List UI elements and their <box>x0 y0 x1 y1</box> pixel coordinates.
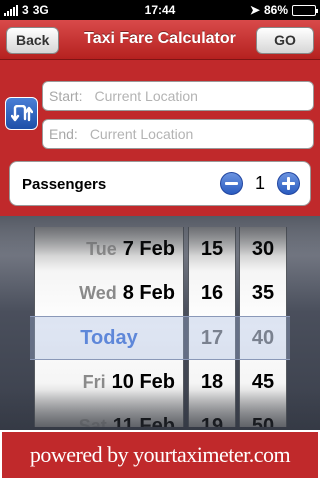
hour-row[interactable]: 15 <box>189 227 235 271</box>
date-value: 10 Feb <box>111 371 175 393</box>
minute-row[interactable]: 50 <box>240 404 286 427</box>
status-bar: 3 3G 17:44 ➤ 86% <box>0 0 320 20</box>
passengers-count: 1 <box>254 173 265 193</box>
day-name: Fri <box>82 372 106 392</box>
date-row[interactable]: Fri 10 Feb <box>35 360 183 404</box>
minute-row[interactable]: 45 <box>240 360 286 404</box>
start-location-value: Current Location <box>94 88 198 104</box>
minute-row[interactable]: 30 <box>240 227 286 271</box>
location-arrow-icon: ➤ <box>249 3 260 17</box>
minute-row[interactable]: 35 <box>240 271 286 315</box>
page-title: Taxi Fare Calculator <box>84 30 236 47</box>
date-value: 8 Feb <box>122 282 175 304</box>
hour-row[interactable]: 18 <box>189 360 235 404</box>
end-location-value: Current Location <box>89 126 194 142</box>
date-value: 7 Feb <box>122 238 175 260</box>
battery-icon <box>292 4 318 16</box>
passengers-label: Passengers <box>22 176 107 193</box>
hour-row[interactable]: 19 <box>189 404 235 427</box>
start-location-field[interactable]: Start: Current Location <box>42 81 314 111</box>
date-value: 11 Feb <box>112 415 175 427</box>
passengers-row: Passengers 1 <box>9 161 311 206</box>
decrease-passengers-button[interactable] <box>220 172 243 195</box>
swap-icon <box>10 104 33 121</box>
back-button[interactable]: Back <box>6 27 60 54</box>
day-name: Sat <box>78 416 107 427</box>
start-label: Start: <box>49 88 83 104</box>
date-row[interactable]: Tue 7 Feb <box>35 227 183 271</box>
navigation-bar: Back Taxi Fare Calculator GO <box>0 20 320 60</box>
day-name: Wed <box>79 283 117 303</box>
end-label: End: <box>49 126 78 142</box>
picker-selection-band <box>30 316 290 360</box>
date-row[interactable]: Wed 8 Feb <box>35 271 183 315</box>
location-section: Start: Current Location End: Current Loc… <box>0 61 320 160</box>
passengers-stepper: 1 <box>220 172 300 195</box>
powered-by-banner[interactable]: powered by yourtaximeter.com <box>0 430 320 480</box>
battery-percent: 86% <box>263 3 288 17</box>
increase-passengers-button[interactable] <box>277 172 300 195</box>
powered-by-text: powered by yourtaximeter.com <box>29 442 291 467</box>
hour-row[interactable]: 16 <box>189 271 235 315</box>
swap-locations-button[interactable] <box>5 97 38 130</box>
day-name: Tue <box>86 239 117 259</box>
end-location-field[interactable]: End: Current Location <box>42 119 314 149</box>
go-button[interactable]: GO <box>256 27 314 54</box>
date-row[interactable]: Sat 11 Feb <box>35 404 183 427</box>
date-time-picker: Tue 7 Feb Wed 8 Feb Today Fri 10 Feb Sat 11 … <box>0 216 320 430</box>
